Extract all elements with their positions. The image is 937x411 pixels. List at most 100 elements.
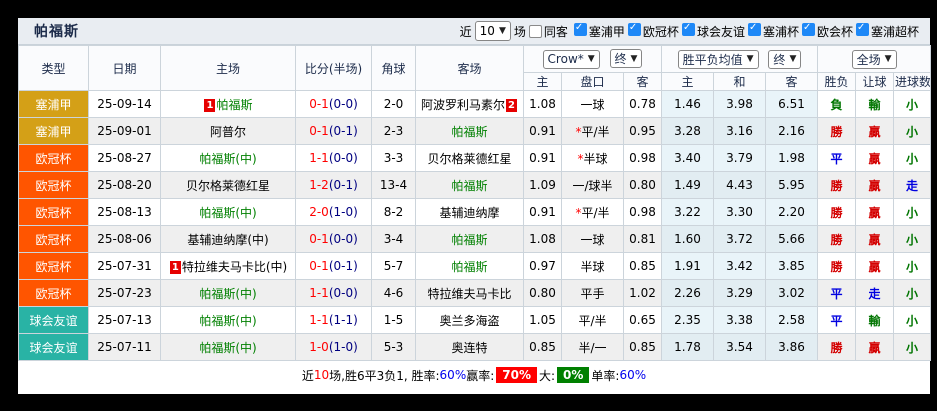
match-score: 0-1(0-0) — [295, 90, 372, 118]
league-filter-checkbox[interactable] — [747, 22, 761, 36]
league-filter-checkbox[interactable] — [627, 22, 641, 36]
team-name: 贝尔格莱德红星 — [185, 178, 270, 193]
handicap-result: 贏 — [855, 117, 895, 145]
home-team: 阿普尔 — [160, 117, 296, 145]
matches-label: 场 — [513, 24, 526, 39]
match-result: 勝 — [817, 252, 857, 280]
goals-result: 小 — [893, 225, 932, 253]
odds-final-select[interactable]: 终 ▼ — [609, 49, 643, 69]
handicap-result: 贏 — [855, 171, 895, 199]
team-name: 帕福斯(中) — [199, 151, 257, 166]
league-filter-checkbox[interactable] — [681, 22, 695, 36]
red-card-badge: 1 — [204, 98, 216, 112]
league-filter-label: 塞浦杯 — [762, 24, 799, 39]
home-odds: 0.91 — [523, 117, 562, 145]
table-row: 欧冠杯 25-08-20 贝尔格莱德红星 1-2(0-1) 13-4 帕福斯 1.09 一/球… — [18, 171, 932, 199]
summary-part: 赢率: — [466, 368, 495, 383]
col-header-result: 胜负 — [817, 72, 857, 91]
col-header-avg-home: 主 — [661, 72, 715, 91]
goals-result: 走 — [893, 171, 932, 199]
red-card-badge: 1 — [169, 260, 181, 274]
match-date: 25-09-14 — [88, 90, 161, 118]
near-label: 近 — [459, 24, 472, 39]
avg-draw-odds: 3.30 — [713, 198, 767, 226]
col-header-date: 日期 — [88, 45, 161, 91]
avg-away-odds: 2.58 — [765, 306, 819, 334]
match-score: 1-2(0-1) — [295, 171, 372, 199]
team-name: 阿波罗利马素尔 — [420, 97, 505, 112]
avg-draw-odds: 3.79 — [713, 144, 767, 172]
summary-bar: 近 10 场,胜6平3负1, 胜率: 60% 赢率: 70% 大: 0% 单率: 60% — [18, 361, 930, 389]
corner-score: 3-4 — [371, 225, 416, 253]
chevron-down-icon: ▼ — [498, 26, 506, 36]
away-team: 贝尔格莱德红星 — [415, 144, 524, 172]
handicap-result: 贏 — [855, 333, 895, 361]
match-count-select[interactable]: 10 ▼ — [474, 21, 511, 41]
league-badge: 塞浦甲 — [18, 117, 89, 145]
match-date: 25-07-11 — [88, 333, 161, 361]
col-header-home: 主场 — [160, 45, 296, 91]
goals-result: 小 — [893, 333, 932, 361]
halftime-score: (1-0) — [328, 205, 358, 219]
league-badge: 欧冠杯 — [18, 279, 89, 307]
summary-part: 60% — [619, 368, 647, 382]
home-odds: 0.80 — [523, 279, 562, 307]
home-odds: 0.97 — [523, 252, 562, 280]
same-away-label: 同客 — [543, 24, 568, 39]
home-odds: 0.91 — [523, 198, 562, 226]
handicap-result: 贏 — [855, 225, 895, 253]
halftime-score: (0-0) — [328, 286, 358, 300]
halftime-score: (1-0) — [328, 340, 358, 354]
team-name: 奥兰多海盗 — [439, 313, 500, 328]
match-result: 負 — [817, 90, 857, 118]
away-team: 奥连特 — [415, 333, 524, 361]
home-team: 帕福斯(中) — [160, 279, 296, 307]
result-group-header: 全场 ▼ — [817, 45, 932, 73]
away-team: 奥兰多海盗 — [415, 306, 524, 334]
avg-home-odds: 1.60 — [661, 225, 715, 253]
league-filter-checkbox[interactable] — [855, 22, 869, 36]
col-header-avg-away: 客 — [765, 72, 819, 91]
table-row: 欧冠杯 25-08-06 基辅迪纳摩(中) 0-1(0-0) 3-4 帕福斯 1.08 一球 0… — [18, 225, 932, 253]
chevron-down-icon: ▼ — [746, 54, 754, 64]
league-filter-checkbox[interactable] — [801, 22, 815, 36]
table-row: 塞浦甲 25-09-14 1 帕福斯 0-1(0-0) 2-0 阿波罗利马素尔 2 1.08 一球… — [18, 90, 932, 118]
handicap: 平/半 — [561, 306, 624, 334]
same-away-checkbox[interactable] — [528, 24, 542, 38]
chevron-down-icon: ▼ — [587, 54, 595, 65]
avg-home-odds: 1.78 — [661, 333, 715, 361]
halftime-score: (1-1) — [328, 313, 358, 327]
league-badge: 欧冠杯 — [18, 198, 89, 226]
table-row: 欧冠杯 25-08-27 帕福斯(中) 1-1(0-0) 3-3 贝尔格莱德红星 0.91 *… — [18, 144, 932, 172]
home-team: 帕福斯(中) — [160, 306, 296, 334]
col-header-corner: 角球 — [371, 45, 416, 91]
avg-home-odds: 2.35 — [661, 306, 715, 334]
away-odds: 0.98 — [622, 198, 663, 226]
avg-away-odds: 3.86 — [765, 333, 819, 361]
league-filter-list: 塞浦甲 欧冠杯 球会友谊 塞浦杯 欧会杯 塞浦超杯 — [573, 22, 922, 40]
away-odds: 0.98 — [622, 144, 663, 172]
fulltime-score: 0-1 — [309, 232, 329, 246]
league-filter-checkbox[interactable] — [573, 22, 587, 36]
avg-draw-odds: 3.54 — [713, 333, 767, 361]
away-odds: 0.85 — [622, 252, 663, 280]
league-filter-label: 塞浦超杯 — [870, 24, 919, 39]
handicap: 一球 — [561, 90, 624, 118]
avg-final-select[interactable]: 终 ▼ — [768, 49, 802, 69]
match-date: 25-08-20 — [88, 171, 161, 199]
team-name: 帕福斯(中) — [199, 313, 257, 328]
away-odds: 1.02 — [622, 279, 663, 307]
away-odds: 0.81 — [622, 225, 663, 253]
scope-select[interactable]: 全场 ▼ — [851, 49, 897, 69]
away-odds: 0.95 — [622, 117, 663, 145]
league-filter-label: 欧会杯 — [816, 24, 853, 39]
handicap: *平/半 — [561, 117, 624, 145]
bookmaker-select[interactable]: Crow* ▼ — [542, 49, 600, 69]
goals-result: 小 — [893, 144, 932, 172]
avg-type-select[interactable]: 胜平负均值 ▼ — [677, 49, 759, 69]
table-row: 塞浦甲 25-09-01 阿普尔 0-1(0-1) 2-3 帕福斯 0.91 *平/半 0.95… — [18, 117, 932, 145]
match-date: 25-07-13 — [88, 306, 161, 334]
avg-draw-odds: 4.43 — [713, 171, 767, 199]
handicap-result: 輸 — [855, 306, 895, 334]
league-badge: 球会友谊 — [18, 333, 89, 361]
